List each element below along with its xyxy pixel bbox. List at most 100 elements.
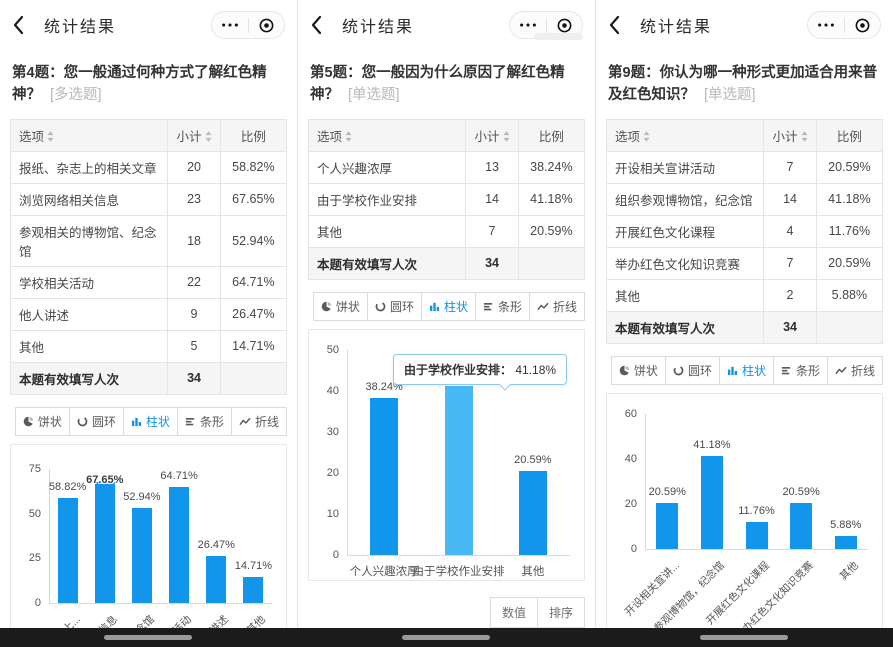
chart-tab-pie[interactable]: 饼状 — [611, 356, 666, 385]
bar-value-label: 20.59% — [759, 486, 843, 498]
ratio-cell: 11.76% — [816, 215, 882, 247]
nav-bar: 统计结果 — [596, 0, 893, 50]
question-title: 第9题：你认为哪一种形式更加适合用来普及红色知识？ [单选题] — [596, 50, 893, 111]
chart-tooltip: 由于学校作业安排： 41.18% — [393, 354, 567, 385]
bar[interactable] — [835, 536, 857, 549]
bar[interactable] — [519, 471, 547, 555]
table-row: 举办红色文化知识竞赛720.59% — [607, 247, 883, 279]
bar[interactable] — [132, 508, 152, 603]
ratio-cell: 20.59% — [816, 151, 882, 183]
header-count[interactable]: 小计 — [168, 119, 220, 151]
y-axis-tick: 20 — [311, 467, 339, 479]
ratio-cell: 67.65% — [220, 183, 286, 215]
chart-tab-pie[interactable]: 饼状 — [15, 407, 70, 436]
header-option[interactable]: 选项 — [309, 119, 466, 151]
bar[interactable] — [445, 386, 473, 555]
header-option[interactable]: 选项 — [11, 119, 168, 151]
chart-tab-column[interactable]: 柱状 — [123, 407, 178, 436]
bar[interactable] — [746, 522, 768, 548]
chart-tab-ring[interactable]: 圆环 — [69, 407, 124, 436]
chart-tab-bar[interactable]: 条形 — [773, 356, 828, 385]
bar-value-label: 64.71% — [137, 470, 221, 482]
question-title: 第5题：您一般因为什么原因了解红色精神？ [单选题] — [298, 50, 595, 111]
header-count[interactable]: 小计 — [466, 119, 518, 151]
ring-chart-icon — [375, 301, 386, 312]
header-ratio: 比例 — [518, 119, 584, 151]
y-axis-tick: 75 — [13, 463, 41, 475]
bar-chart-icon — [781, 365, 792, 376]
total-row: 本题有效填写人次 34 — [11, 362, 287, 394]
table-row: 个人兴趣浓厚1338.24% — [309, 151, 585, 183]
bar-value-label: 20.59% — [625, 486, 709, 498]
total-label: 本题有效填写人次 — [11, 362, 168, 394]
count-cell: 7 — [764, 151, 816, 183]
chart-tab-label: 条形 — [498, 298, 522, 315]
home-indicator[interactable] — [104, 635, 192, 640]
chart-tab-bar[interactable]: 条形 — [475, 292, 530, 321]
sort-icon — [47, 131, 54, 145]
option-cell: 其他 — [607, 279, 764, 311]
chart-tab-label: 饼状 — [336, 298, 360, 315]
header-count[interactable]: 小计 — [764, 119, 816, 151]
three-screens-strip: 统计结果 第4题：您一般通过何种方式了解红色精神？ [多选题] 选项 小计 比例 — [0, 0, 893, 628]
option-cell: 开展红色文化课程 — [607, 215, 764, 247]
chart-tab-line[interactable]: 折线 — [231, 407, 287, 436]
option-cell: 其他 — [11, 330, 168, 362]
y-axis-tick: 40 — [311, 385, 339, 397]
home-indicator[interactable] — [700, 635, 788, 640]
table-row: 其他514.71% — [11, 330, 287, 362]
line-chart-icon — [537, 301, 549, 312]
ratio-cell: 20.59% — [518, 215, 584, 247]
home-indicator[interactable] — [402, 635, 490, 640]
bar[interactable] — [656, 503, 678, 549]
bar[interactable] — [58, 498, 78, 603]
chart-tab-line[interactable]: 折线 — [827, 356, 883, 385]
tooltip-value: 41.18% — [512, 363, 556, 377]
chart-tab-ring[interactable]: 圆环 — [665, 356, 720, 385]
y-axis-tick: 50 — [13, 508, 41, 520]
back-icon[interactable] — [608, 14, 630, 36]
bar[interactable] — [701, 456, 723, 549]
table-row: 学校相关活动2264.71% — [11, 266, 287, 298]
chart-tab-line[interactable]: 折线 — [529, 292, 585, 321]
x-axis-label: 其他 — [473, 563, 585, 579]
chart-tab-column[interactable]: 柱状 — [719, 356, 774, 385]
pie-chart-icon — [23, 416, 34, 427]
count-cell: 14 — [764, 183, 816, 215]
x-axis-line — [347, 555, 570, 556]
header-ratio: 比例 — [220, 119, 286, 151]
count-cell: 18 — [168, 215, 220, 266]
sort-icon — [503, 131, 510, 145]
question-title: 第4题：您一般通过何种方式了解红色精神？ [多选题] — [0, 50, 297, 111]
page-title: 统计结果 — [342, 13, 414, 37]
chart-tab-label: 柱状 — [444, 298, 468, 315]
table-header-row: 选项 小计 比例 — [309, 119, 585, 151]
back-icon[interactable] — [310, 14, 332, 36]
screen-question-5: 统计结果 第5题：您一般因为什么原因了解红色精神？ [单选题] 选项 小计 — [297, 0, 595, 628]
close-target-icon[interactable] — [845, 12, 881, 38]
header-option[interactable]: 选项 — [607, 119, 764, 151]
chart-tab-label: 圆环 — [390, 298, 414, 315]
table-row: 其他720.59% — [309, 215, 585, 247]
chart-tab-column[interactable]: 柱状 — [421, 292, 476, 321]
more-menu-icon[interactable] — [212, 12, 248, 38]
sort-button[interactable]: 排序 — [537, 597, 585, 628]
x-axis-label: 其他 — [836, 558, 861, 583]
total-row: 本题有效填写人次 34 — [309, 247, 585, 279]
stats-table: 选项 小计 比例 开设相关宣讲活动720.59%组织参观博物馆，纪念馆1441.… — [606, 119, 883, 344]
sort-icon — [345, 131, 352, 145]
nav-bar: 统计结果 — [298, 0, 595, 50]
chart-tab-ring[interactable]: 圆环 — [367, 292, 422, 321]
chart-tab-bar[interactable]: 条形 — [177, 407, 232, 436]
y-axis-tick: 20 — [609, 498, 637, 510]
bar-chart: 由于学校作业安排： 41.18% 0102030405038.24%个人兴趣浓厚… — [308, 329, 585, 581]
value-button[interactable]: 数值 — [490, 597, 538, 628]
count-cell: 4 — [764, 215, 816, 247]
close-target-icon[interactable] — [249, 12, 285, 38]
chart-tab-label: 条形 — [796, 362, 820, 379]
chart-tab-pie[interactable]: 饼状 — [313, 292, 368, 321]
back-icon[interactable] — [12, 14, 34, 36]
bar[interactable] — [243, 577, 263, 603]
more-menu-icon[interactable] — [808, 12, 844, 38]
bar[interactable] — [370, 398, 398, 555]
